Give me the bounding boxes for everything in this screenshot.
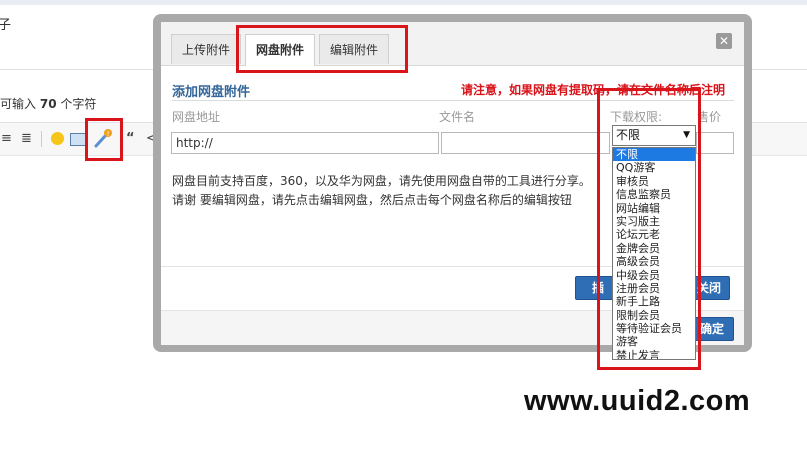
column-address-label: 网盘地址: [172, 110, 221, 124]
highlight-netdisk-icon: [85, 118, 123, 161]
column-filename-label: 文件名: [439, 110, 476, 124]
watermark: www.uuid2.com: [524, 385, 751, 417]
align-right-icon[interactable]: ≣: [21, 131, 32, 147]
char-count-number: 70: [39, 97, 57, 111]
highlight-permission-dropdown: [597, 88, 701, 370]
section-heading: 添加网盘附件: [172, 85, 251, 100]
char-count-prefix: 可输入: [0, 97, 37, 111]
filename-input[interactable]: [441, 132, 610, 154]
image-icon[interactable]: [70, 133, 86, 146]
page-top-bar: [0, 0, 807, 5]
page-title-fragment: 子: [0, 18, 12, 33]
char-count: 可输入 70 个字符: [0, 95, 96, 112]
highlight-netdisk-tab: [236, 25, 408, 73]
char-count-suffix: 个字符: [60, 97, 97, 111]
price-input[interactable]: [696, 132, 734, 154]
toolbar-separator: [41, 131, 42, 147]
align-left-icon[interactable]: ≡: [1, 131, 12, 147]
quote-icon[interactable]: “: [126, 131, 135, 147]
netdisk-description: 网盘目前支持百度，360，以及华为网盘，请先使用网盘自带的工具进行分享。请谢 要…: [172, 174, 591, 207]
close-icon[interactable]: ✕: [716, 33, 732, 49]
netdisk-address-input[interactable]: [171, 132, 439, 154]
tab-upload-attachment[interactable]: 上传附件: [171, 34, 242, 64]
emoji-icon[interactable]: [51, 132, 64, 145]
